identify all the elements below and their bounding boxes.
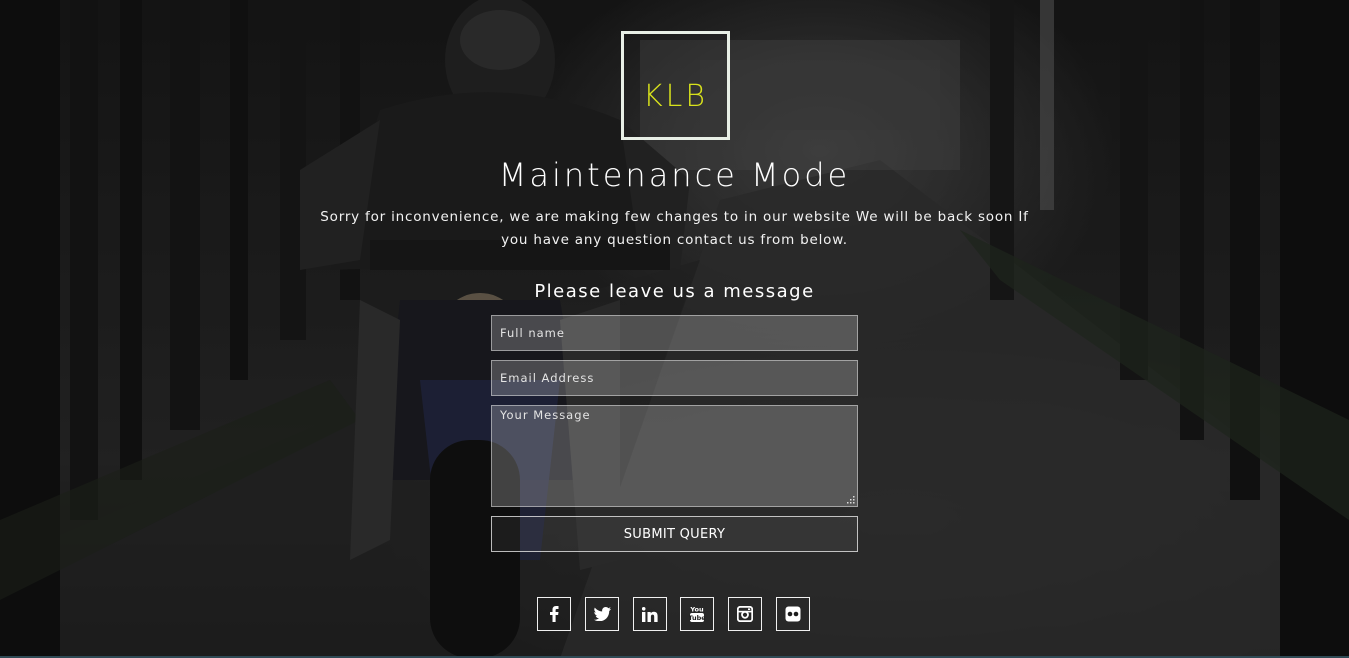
maintenance-message: Sorry for inconvenience, we are making f… — [320, 209, 1029, 248]
twitter-link[interactable] — [585, 597, 619, 631]
logo-text: KLB — [642, 79, 709, 114]
resize-grip-icon[interactable] — [846, 495, 855, 504]
facebook-icon — [548, 606, 560, 622]
submit-query-button[interactable]: SUBMIT QUERY — [491, 516, 858, 552]
youtube-icon: You Tube — [689, 605, 705, 623]
logo: KLB — [621, 31, 730, 140]
linkedin-link[interactable] — [633, 597, 667, 631]
svg-text:You: You — [689, 606, 704, 614]
youtube-link[interactable]: You Tube — [680, 597, 714, 631]
page-title: Maintenance Mode — [498, 156, 851, 194]
instagram-link[interactable] — [728, 597, 762, 631]
instagram-icon — [737, 606, 753, 622]
message-textarea[interactable] — [491, 405, 858, 507]
linkedin-icon — [642, 606, 658, 622]
svg-text:Tube: Tube — [689, 614, 705, 622]
facebook-link[interactable] — [537, 597, 571, 631]
form-heading: Please leave us a message — [534, 281, 815, 302]
flickr-link[interactable] — [776, 597, 810, 631]
full-name-input[interactable] — [491, 315, 858, 351]
email-input[interactable] — [491, 360, 858, 396]
flickr-icon — [785, 606, 801, 622]
twitter-icon — [593, 607, 611, 621]
